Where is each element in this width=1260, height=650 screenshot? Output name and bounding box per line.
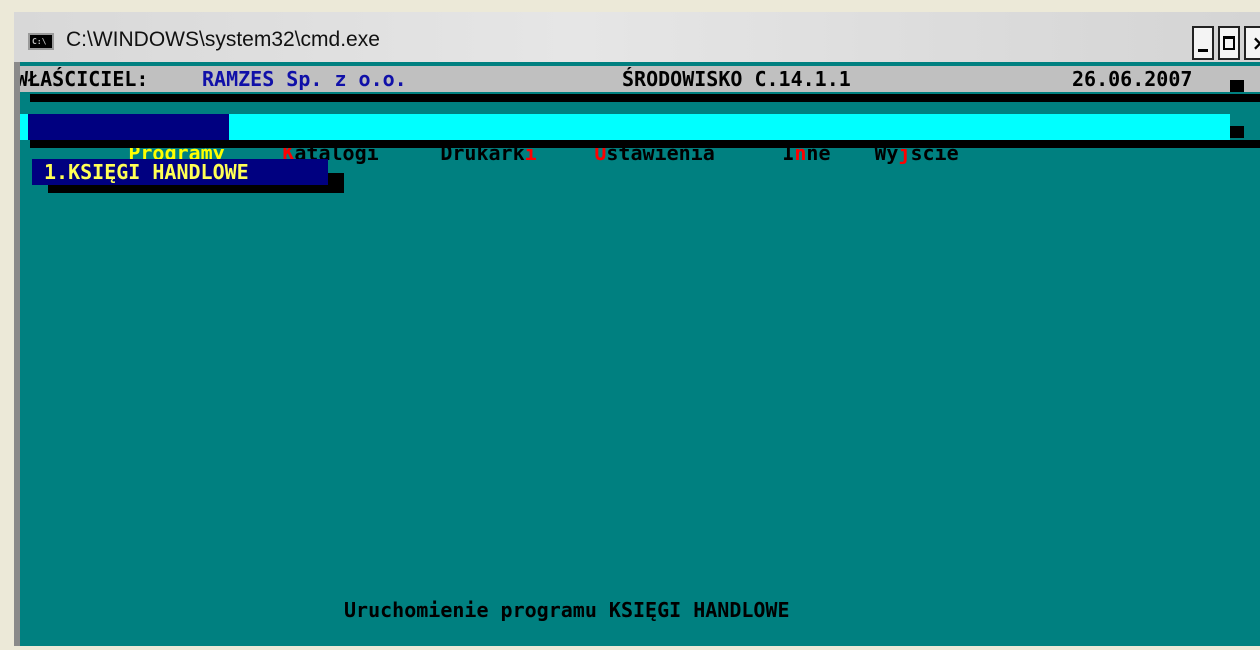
current-date: 26.06.2007 [1072, 67, 1193, 91]
menu-divider [30, 140, 1260, 148]
program-item-shadow-bottom [48, 185, 344, 193]
owner-name: RAMZES Sp. z o.o. [202, 67, 407, 91]
cmd-icon[interactable]: C:\ [28, 33, 54, 50]
header-divider [30, 94, 1260, 102]
menu-shadow [1230, 126, 1244, 138]
program-item-shadow [328, 173, 344, 185]
maximize-button[interactable] [1218, 26, 1240, 60]
program-item-ksiegi-handlowe[interactable]: 1.KSIĘGI HANDLOWE [32, 159, 328, 185]
environment-version: ŚRODOWISKO C.14.1.1 [622, 67, 851, 91]
menu-item-ustawienia[interactable]: Ustawienia [498, 114, 714, 165]
owner-label: WŁAŚCICIEL: [16, 67, 149, 91]
window-title: C:\WINDOWS\system32\cmd.exe [66, 28, 380, 51]
header-shadow [1230, 80, 1244, 92]
status-line: Uruchomienie programu KSIĘGI HANDLOWE [344, 598, 790, 622]
minimize-button[interactable] [1192, 26, 1214, 60]
cmd-window: C:\ C:\WINDOWS\system32\cmd.exe × WŁAŚCI… [0, 0, 1260, 650]
header-line: WŁAŚCICIEL: RAMZES Sp. z o.o. ŚRODOWISKO… [14, 66, 1260, 92]
maximize-icon [1223, 36, 1235, 50]
close-button[interactable]: × [1244, 26, 1260, 60]
menu-bar: Programy Katalogi Drukarki Ustawienia In… [14, 114, 1230, 165]
close-icon: × [1251, 31, 1260, 55]
console-left-border [14, 62, 20, 646]
minimize-icon [1198, 48, 1208, 52]
menu-item-wyjscie[interactable]: Wyjście [778, 114, 958, 165]
console-area[interactable]: WŁAŚCICIEL: RAMZES Sp. z o.o. ŚRODOWISKO… [14, 62, 1260, 646]
